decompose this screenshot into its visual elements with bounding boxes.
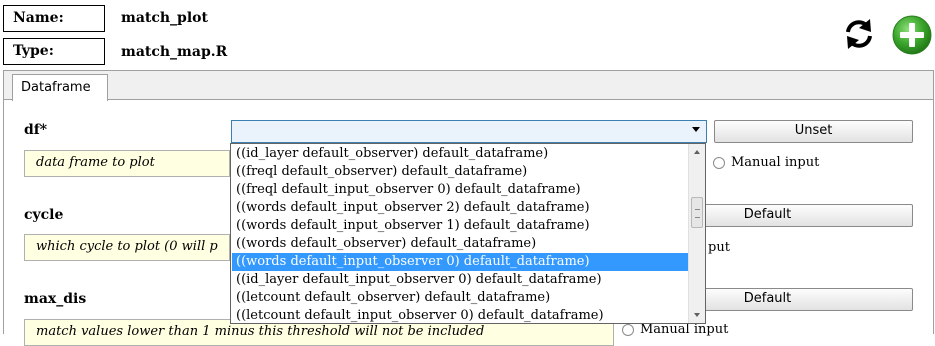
dropdown-option[interactable]: ((id_layer default_observer) default_dat… <box>232 145 688 163</box>
df-description: data frame to plot <box>24 150 230 177</box>
cycle-manual-input-label: put <box>708 240 730 255</box>
dropdown-scrollbar[interactable] <box>688 144 705 323</box>
name-label: Name: <box>3 5 105 32</box>
scroll-up-icon[interactable] <box>689 144 706 161</box>
dropdown-option[interactable]: ((freql default_observer) default_datafr… <box>232 163 688 181</box>
add-icon[interactable] <box>892 15 932 55</box>
dropdown-option[interactable]: ((words default_input_observer 2) defaul… <box>232 199 688 217</box>
tab-strip <box>4 71 933 100</box>
dropdown-option-selected[interactable]: ((words default_input_observer 0) defaul… <box>232 253 688 271</box>
scroll-down-icon[interactable] <box>689 306 706 323</box>
type-label: Type: <box>3 38 105 65</box>
df-manual-input-label: Manual input <box>731 155 820 170</box>
scrollbar-thumb[interactable] <box>691 197 703 228</box>
dropdown-option[interactable]: ((letcount default_input_observer 0) def… <box>232 307 688 325</box>
df-manual-input-option[interactable]: Manual input <box>713 155 819 170</box>
df-select[interactable] <box>231 120 707 143</box>
dropdown-option[interactable]: ((id_layer default_input_observer 0) def… <box>232 271 688 289</box>
tab-dataframe[interactable]: Dataframe <box>12 74 108 101</box>
param-df-name: df* <box>24 122 48 138</box>
dropdown-option[interactable]: ((freql default_input_observer 0) defaul… <box>232 181 688 199</box>
dropdown-option[interactable]: ((words default_input_observer 1) defaul… <box>232 217 688 235</box>
param-max-dis-name: max_dis <box>24 291 87 307</box>
radio-button[interactable] <box>713 156 725 169</box>
df-dropdown-list: ((id_layer default_observer) default_dat… <box>230 143 706 324</box>
dropdown-option[interactable]: ((words default_observer) default_datafr… <box>232 235 688 253</box>
unset-button[interactable]: Unset <box>714 120 913 143</box>
param-cycle-name: cycle <box>24 207 64 223</box>
chevron-down-icon <box>692 127 700 132</box>
refresh-icon[interactable] <box>841 16 877 52</box>
cycle-description: which cycle to plot (0 will p <box>24 234 230 261</box>
dropdown-option[interactable]: ((letcount default_observer) default_dat… <box>232 289 688 307</box>
type-value: match_map.R <box>121 44 228 60</box>
name-value: match_plot <box>121 10 208 26</box>
